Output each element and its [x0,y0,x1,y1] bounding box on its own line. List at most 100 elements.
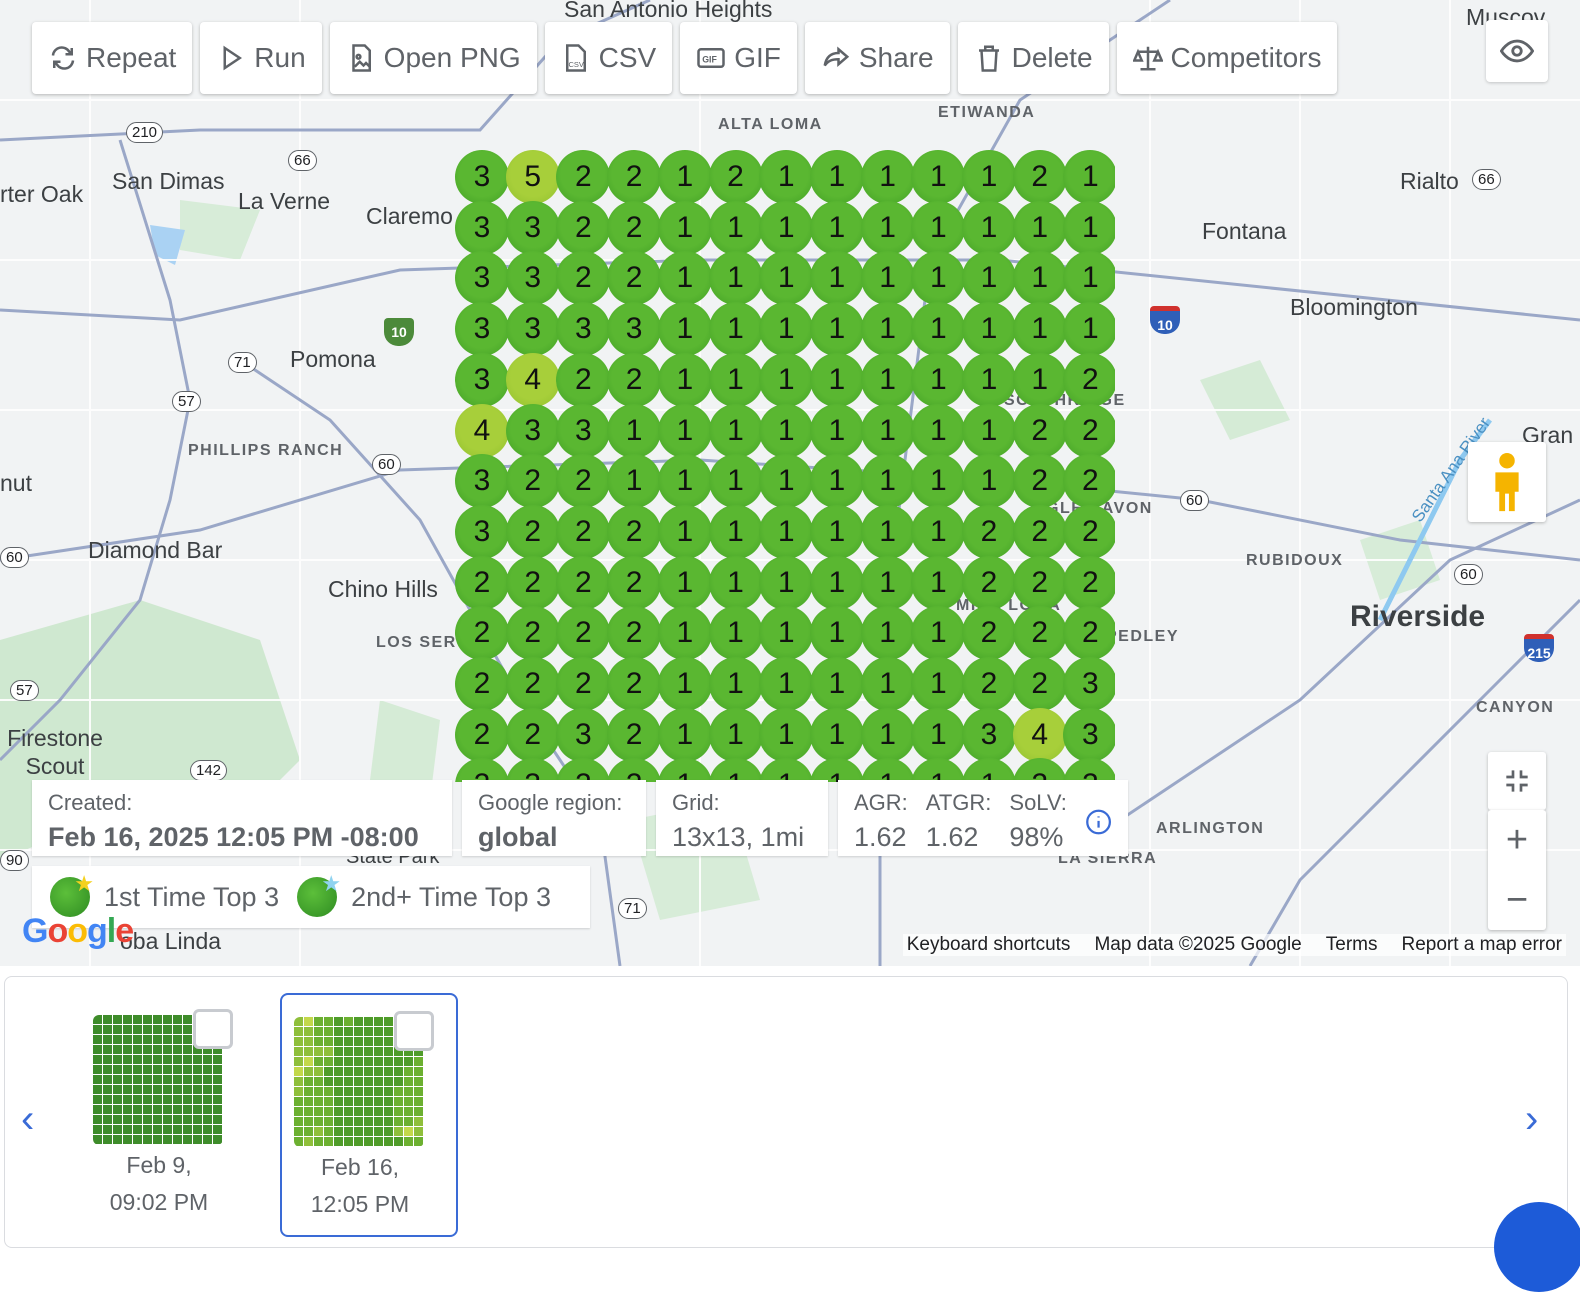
rank-pin[interactable]: 1 [1063,150,1115,204]
rank-pin[interactable]: 1 [911,302,966,357]
rank-pin[interactable]: 1 [911,251,966,306]
rank-pin[interactable]: 1 [809,758,864,782]
rank-pin[interactable]: 1 [962,758,1016,782]
rank-pin[interactable]: 1 [809,403,864,458]
rank-pin[interactable]: 2 [455,657,509,711]
rank-pin[interactable]: 2 [607,200,662,255]
rank-pin[interactable]: 2 [455,606,509,661]
rank-pin[interactable]: 2 [708,150,763,204]
rank-pin[interactable]: 2 [455,758,509,782]
rank-pin[interactable]: 2 [505,454,560,509]
rank-pin[interactable]: 1 [860,758,915,782]
rank-pin[interactable]: 1 [759,302,814,357]
rank-pin[interactable]: 1 [809,352,864,407]
rank-pin[interactable]: 2 [455,555,509,610]
rank-pin[interactable]: 1 [911,707,966,762]
rank-pin[interactable]: 1 [911,352,966,407]
rank-pin[interactable]: 1 [759,606,814,661]
rank-pin[interactable]: 1 [1063,251,1115,306]
rank-pin[interactable]: 3 [455,200,509,255]
select-checkbox[interactable] [394,1011,434,1051]
rank-pin[interactable]: 1 [759,200,814,255]
rank-pin[interactable]: 1 [708,758,763,782]
rank-pin[interactable]: 1 [708,454,763,509]
rank-pin[interactable]: 1 [708,352,763,407]
rank-pin[interactable]: 1 [759,657,814,711]
rank-pin[interactable]: 1 [962,403,1016,458]
rank-pin[interactable]: 1 [708,707,763,762]
rank-pin[interactable]: 4 [455,403,509,458]
rank-pin[interactable]: 5 [505,150,560,204]
rank-pin[interactable]: 2 [1012,504,1067,559]
rank-pin[interactable]: 2 [1012,150,1067,204]
rank-pin[interactable]: 1 [1063,302,1115,357]
rank-pin[interactable]: 3 [455,302,509,357]
history-item[interactable]: Feb 9, 09:02 PM [81,993,259,1237]
rank-pin[interactable]: 1 [759,352,814,407]
rank-pin[interactable]: 1 [860,403,915,458]
rank-pin[interactable]: 1 [860,251,915,306]
zoom-in-button[interactable]: + [1488,810,1546,870]
rank-pin[interactable]: 3 [1063,707,1115,762]
rank-pin[interactable]: 3 [556,707,611,762]
select-checkbox[interactable] [193,1009,233,1049]
rank-pin[interactable]: 2 [1063,454,1115,509]
rank-pin[interactable]: 1 [962,251,1016,306]
rank-pin[interactable]: 1 [809,200,864,255]
rank-pin[interactable]: 1 [911,150,966,204]
rank-pin[interactable]: 2 [607,504,662,559]
rank-pin[interactable]: 2 [607,150,662,204]
rank-pin[interactable]: 1 [708,200,763,255]
rank-pin[interactable]: 3 [505,302,560,357]
rank-pin[interactable]: 2 [962,606,1016,661]
rank-pin[interactable]: 1 [708,504,763,559]
rank-pin[interactable]: 2 [505,657,560,711]
rank-pin[interactable]: 1 [809,504,864,559]
rank-pin[interactable]: 1 [759,454,814,509]
terms-link[interactable]: Terms [1326,934,1378,956]
rank-pin[interactable]: 2 [1012,758,1067,782]
rank-pin[interactable]: 1 [657,758,712,782]
rank-pin[interactable]: 1 [708,403,763,458]
rank-pin[interactable]: 1 [809,251,864,306]
rank-pin[interactable]: 3 [455,352,509,407]
rank-pin[interactable]: 2 [455,707,509,762]
rank-pin[interactable]: 2 [556,657,611,711]
open-png-button[interactable]: Open PNG [329,22,537,94]
prev-arrow-icon[interactable]: ‹ [21,1097,34,1142]
rank-pin[interactable]: 1 [759,150,814,204]
rank-pin[interactable]: 1 [657,150,712,204]
rank-pin[interactable]: 1 [1063,200,1115,255]
rank-pin[interactable]: 1 [1012,200,1067,255]
rank-pin[interactable]: 2 [607,606,662,661]
delete-button[interactable]: Delete [957,22,1109,94]
rank-pin[interactable]: 3 [556,403,611,458]
rank-pin[interactable]: 2 [1063,504,1115,559]
rank-pin[interactable]: 1 [809,606,864,661]
rank-pin[interactable]: 1 [911,758,966,782]
rank-pin[interactable]: 1 [607,454,662,509]
rank-pin[interactable]: 1 [962,302,1016,357]
rank-pin[interactable]: 2 [556,150,611,204]
rank-pin[interactable]: 2 [962,555,1016,610]
rank-pin[interactable]: 2 [1012,555,1067,610]
rank-pin[interactable]: 2 [607,657,662,711]
rank-pin[interactable]: 1 [708,555,763,610]
rank-pin[interactable]: 1 [911,403,966,458]
rank-pin[interactable]: 1 [911,555,966,610]
street-view-pegman[interactable] [1468,442,1546,522]
rank-pin[interactable]: 3 [455,251,509,306]
rank-pin[interactable]: 1 [911,504,966,559]
rank-pin[interactable]: 2 [1063,606,1115,661]
rank-pin[interactable]: 1 [809,657,864,711]
csv-button[interactable]: CSV CSV [544,22,673,94]
rank-pin[interactable]: 2 [556,606,611,661]
rank-pin[interactable]: 1 [759,403,814,458]
rank-pin[interactable]: 2 [505,707,560,762]
rank-pin[interactable]: 1 [657,657,712,711]
rank-pin[interactable]: 1 [759,555,814,610]
rank-pin[interactable]: 1 [657,606,712,661]
keyboard-shortcuts-link[interactable]: Keyboard shortcuts [907,934,1071,956]
rank-pin[interactable]: 1 [657,454,712,509]
rank-pin[interactable]: 1 [911,606,966,661]
